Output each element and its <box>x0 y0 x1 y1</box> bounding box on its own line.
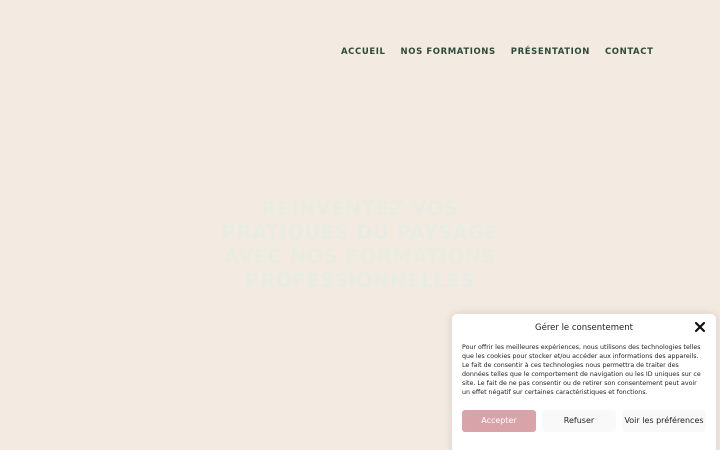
hero-title: RÉINVENTEZ VOS PRATIQUES DU PAYSAGE AVEC… <box>220 197 500 293</box>
consent-title: Gérer le consentement <box>535 323 633 333</box>
hero-title-line: PRATIQUES DU PAYSAGE <box>221 221 499 244</box>
hero-title-line: PROFESSIONNELLES <box>245 269 475 292</box>
accept-button[interactable]: Accepter <box>462 410 536 432</box>
view-preferences-button[interactable]: Voir les préférences <box>622 410 706 432</box>
refuse-button[interactable]: Refuser <box>542 410 616 432</box>
nav-item-nos-formations[interactable]: NOS FORMATIONS <box>401 46 496 58</box>
nav-item-presentation[interactable]: PRÉSENTATION <box>511 46 590 58</box>
consent-dialog: Gérer le consentement Pour offrir les me… <box>452 314 716 450</box>
consent-message: Pour offrir les meilleures expériences, … <box>462 344 701 396</box>
nav-item-contact[interactable]: CONTACT <box>605 46 654 58</box>
hero-title-line: RÉINVENTEZ VOS <box>261 197 459 220</box>
page: ACCUEIL NOS FORMATIONS PRÉSENTATION CONT… <box>0 0 720 450</box>
hero-title-line: AVEC NOS FORMATIONS <box>224 245 496 268</box>
main-nav: ACCUEIL NOS FORMATIONS PRÉSENTATION CONT… <box>341 46 668 58</box>
consent-buttons: Accepter Refuser Voir les préférences <box>462 410 706 432</box>
close-icon[interactable] <box>694 321 706 333</box>
nav-item-accueil[interactable]: ACCUEIL <box>341 46 386 58</box>
